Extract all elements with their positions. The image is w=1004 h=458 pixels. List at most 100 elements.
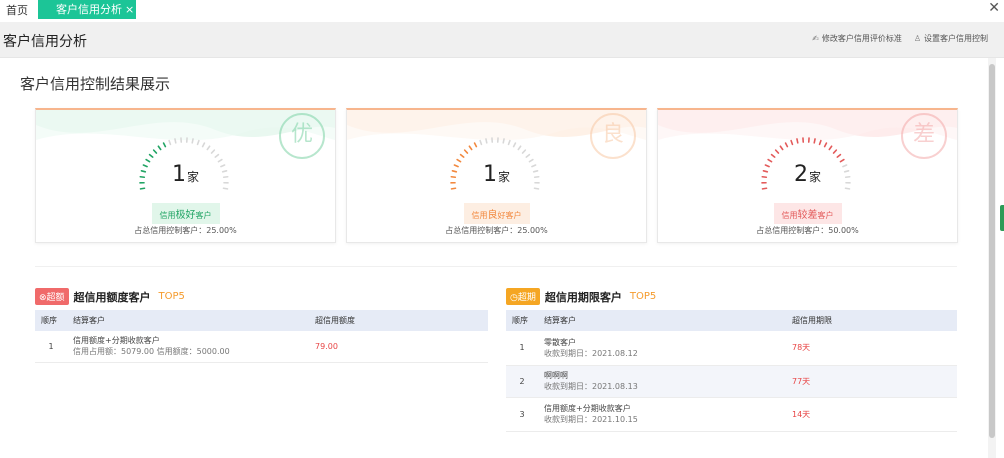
customer-count: 2家 — [793, 162, 821, 187]
row-detail: 收款到期日：2021.08.12 — [544, 348, 638, 358]
gauge-tick — [828, 145, 833, 151]
credit-ratio: 占总信用控制客户：25.00% — [134, 226, 237, 235]
row-customer: 信用额度+分期收款客户 — [544, 404, 631, 413]
over-limit-header: ⊗超额 超信用额度客户 TOP5 — [35, 288, 185, 305]
table-row[interactable]: 3 信用额度+分期收款客户 收款到期日：2021.10.15 14天 — [506, 397, 957, 431]
over-period-title: 超信用期限客户 — [544, 290, 622, 304]
gauge-tick — [770, 153, 776, 158]
credit-ratio: 占总信用控制客户：50.00% — [756, 226, 859, 235]
credit-card-good: 良 1家 信用良好客户 占总信用控制客户：25.00% — [346, 108, 647, 243]
credit-level-tag: 信用极好客户 — [151, 203, 220, 224]
credit-card-poor: 差 2家 信用较差客户 占总信用控制客户：50.00% — [657, 108, 958, 243]
row-order: 3 — [519, 409, 525, 419]
gauge-tick — [533, 187, 540, 190]
col-over-period: 超信用期限 — [786, 310, 957, 331]
row-customer: 零散客户 — [544, 337, 576, 347]
gauge-tick — [779, 145, 784, 151]
gauge-tick — [222, 187, 229, 190]
gauge-tick — [761, 187, 768, 190]
set-credit-control-label: 设置客户信用控制 — [924, 34, 988, 43]
gauge-tick — [196, 139, 200, 146]
gauge-tick — [450, 187, 457, 190]
page-title: 客户信用分析 — [3, 34, 87, 50]
gauge-tick — [813, 138, 816, 144]
gauge-tick — [836, 153, 842, 158]
tab-close-icon[interactable]: × — [125, 3, 134, 16]
section-divider — [35, 266, 957, 267]
row-customer: 啊啊啊 — [544, 371, 568, 380]
gauge-tick — [148, 153, 154, 158]
user-settings-icon: ♙ — [913, 34, 921, 43]
customer-count: 1家 — [482, 162, 510, 187]
gauge-tick — [844, 187, 851, 190]
tab-home[interactable]: 首页 — [6, 2, 28, 18]
row-value: 14天 — [792, 409, 811, 419]
gauge-tick — [517, 145, 522, 151]
credit-ratio: 占总信用控制客户：25.00% — [445, 226, 548, 235]
gauge-tick — [479, 139, 483, 146]
col-order: 顺序 — [35, 310, 67, 331]
gauge-tick — [206, 145, 211, 151]
over-period-flag: ◷超期 — [506, 288, 540, 305]
vertical-scrollbar[interactable] — [988, 58, 996, 458]
gauge-tick — [459, 153, 465, 158]
over-limit-title: 超信用额度客户 — [73, 290, 151, 304]
window-close-icon[interactable]: ✕ — [988, 0, 1000, 16]
header-actions: ✍ 修改客户信用评价标准 ♙ 设置客户信用控制 — [812, 33, 988, 44]
row-customer: 信用额度+分期收款客户 — [73, 336, 160, 346]
set-credit-control-button[interactable]: ♙ 设置客户信用控制 — [914, 33, 988, 44]
col-customer: 结算客户 — [538, 310, 786, 331]
gauge-tick — [468, 145, 473, 151]
gauge-tick — [174, 138, 177, 144]
over-limit-top5: TOP5 — [158, 291, 185, 302]
credit-level-tag: 信用良好客户 — [463, 203, 530, 224]
row-value: 77天 — [786, 365, 957, 397]
grade-badge-icon: 良 — [590, 113, 636, 159]
gauge-tick — [463, 149, 469, 154]
credit-card-excellent: 优 1家 信用极好客户 占总信用控制客户：25.00% — [35, 108, 336, 243]
grade-badge-icon: 差 — [901, 113, 947, 159]
over-limit-flag: ⊗超额 — [35, 288, 69, 305]
gauge-tick — [818, 139, 822, 146]
gauge-tick — [823, 142, 828, 148]
gauge-tick — [485, 138, 488, 144]
table-row[interactable]: 1 零散客户 收款到期日：2021.08.12 78天 — [506, 331, 957, 365]
grade-badge-icon: 优 — [279, 113, 325, 159]
table-row[interactable]: 2 啊啊啊 收款到期日：2021.08.13 77天 — [506, 365, 957, 397]
page-header: 客户信用分析 ✍ 修改客户信用评价标准 ♙ 设置客户信用控制 — [0, 22, 1004, 58]
edit-credit-standard-button[interactable]: ✍ 修改客户信用评价标准 — [812, 33, 902, 44]
gauge-tick — [784, 142, 789, 148]
gauge-tick — [201, 142, 206, 148]
table-row[interactable]: 1 信用额度+分期收款客户 信用占用额：5079.00 信用额度：5000.00 … — [35, 331, 488, 362]
gauge-tick — [796, 138, 799, 144]
tab-customer-credit-analysis[interactable]: 客户信用分析 × — [38, 0, 136, 19]
row-value: 79.00 — [315, 341, 338, 351]
row-detail: 信用占用额：5079.00 信用额度：5000.00 — [73, 347, 230, 357]
scrollbar-thumb[interactable] — [989, 64, 995, 438]
gauge-tick — [191, 138, 194, 144]
gauge-tick — [774, 149, 780, 154]
gauge-tick — [525, 153, 531, 158]
over-period-header: ◷超期 超信用期限客户 TOP5 — [506, 288, 656, 305]
side-drawer-handle[interactable] — [1000, 205, 1004, 231]
section-title: 客户信用控制结果展示 — [20, 75, 171, 93]
edit-standard-icon: ✍ — [812, 34, 819, 43]
col-customer: 结算客户 — [67, 310, 309, 331]
gauge-tick — [152, 149, 158, 154]
row-value: 78天 — [792, 343, 811, 353]
gauge-tick — [521, 149, 527, 154]
gauge-tick — [832, 149, 838, 154]
customer-count: 1家 — [171, 162, 199, 187]
gauge-tick — [507, 139, 511, 146]
gauge-tick — [162, 142, 167, 148]
row-detail: 收款到期日：2021.08.13 — [544, 382, 638, 391]
row-order: 1 — [519, 343, 525, 353]
gauge-tick — [214, 153, 220, 158]
gauge-tick — [157, 145, 162, 151]
gauge-tick — [210, 149, 216, 154]
edit-credit-standard-label: 修改客户信用评价标准 — [821, 34, 902, 43]
over-period-table: 顺序 结算客户 超信用期限 1 零散客户 收款到期日：2021.08.12 78天… — [506, 310, 957, 432]
row-detail: 收款到期日：2021.10.15 — [544, 415, 638, 424]
gauge-tick — [139, 187, 146, 190]
over-limit-table: 顺序 结算客户 超信用额度 1 信用额度+分期收款客户 信用占用额：5079.00… — [35, 310, 488, 363]
